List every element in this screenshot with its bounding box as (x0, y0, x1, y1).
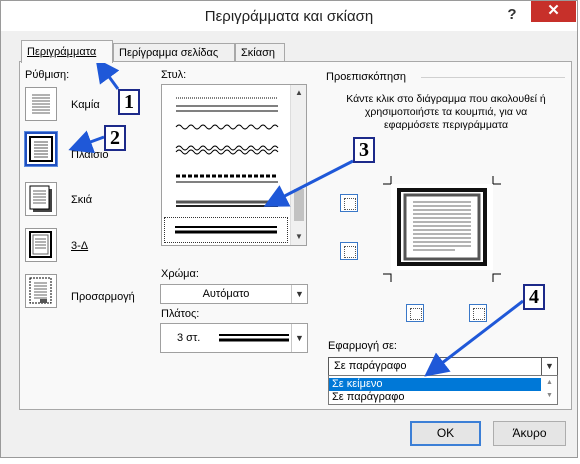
preview-page-icon (397, 188, 487, 266)
setting-3d-text: 3-Δ (71, 240, 89, 252)
right-border-button[interactable] (469, 304, 487, 322)
tab-shading[interactable]: Σκίαση (235, 43, 285, 62)
setting-custom-icon[interactable] (25, 274, 57, 308)
preview-divider (421, 77, 565, 78)
dropdown-item-paragraph[interactable]: Σε παράγραφο (329, 391, 541, 404)
title-bar: Περιγράμματα και σκίαση ? ✕ (1, 1, 577, 31)
dialog-title: Περιγράμματα και σκίαση (204, 8, 374, 25)
setting-shadow-label: Σκιά (71, 194, 93, 206)
selected-style-line (175, 226, 277, 234)
scroll-down-arrow-icon[interactable]: ▼ (291, 229, 307, 245)
bottom-border-button[interactable] (340, 242, 358, 260)
cancel-button[interactable]: Άκυρο (493, 421, 566, 446)
scroll-up-arrow-icon[interactable]: ▲ (291, 85, 307, 101)
width-chevron-down-icon[interactable]: ▼ (291, 324, 307, 352)
setting-3d-icon[interactable] (25, 228, 57, 262)
setting-box-label: Πλαίσιο (71, 149, 109, 161)
close-button[interactable]: ✕ (531, 1, 576, 22)
callout-1: 1 (118, 89, 140, 115)
apply-chevron-down-icon[interactable]: ▼ (541, 358, 557, 375)
setting-custom-label: Προσαρμογή (71, 291, 135, 303)
tab-page-border[interactable]: Περίγραμμα σελίδας (113, 43, 235, 62)
style-listbox[interactable]: ▲ ▼ (161, 84, 307, 246)
callout-4: 4 (523, 284, 545, 310)
setting-shadow-icon[interactable] (25, 182, 57, 216)
callout-2: 2 (104, 125, 126, 151)
apply-to-label: Εφαρμογή σε: (328, 340, 397, 352)
borders-and-shading-dialog: Περιγράμματα και σκίαση ? ✕ Περιγράμματα… (0, 0, 578, 458)
dropdown-item-text[interactable]: Σε κείμενο (329, 378, 541, 391)
ok-button[interactable]: ΟΚ (410, 421, 481, 446)
setting-none-label: Καμία (71, 99, 100, 111)
color-label: Χρώμα: (161, 268, 199, 280)
selected-style-item[interactable] (164, 217, 288, 243)
style-label: Στυλ: (161, 69, 187, 81)
color-select[interactable]: Αυτόματο ▼ (160, 284, 308, 304)
tab-borders-label: Περιγράμματα (27, 46, 97, 58)
chevron-down-icon[interactable]: ▼ (291, 285, 307, 303)
top-border-button[interactable] (340, 194, 358, 212)
left-border-button[interactable] (406, 304, 424, 322)
apply-to-select[interactable]: Σε παράγραφο ▼ (328, 357, 558, 376)
width-line-sample (219, 334, 289, 342)
setting-label: Ρύθμιση: (25, 69, 70, 81)
setting-none-icon[interactable] (25, 87, 57, 121)
width-select[interactable]: 3 στ. ▼ (160, 323, 308, 353)
style-scrollbar[interactable]: ▲ ▼ (290, 85, 306, 245)
apply-to-value: Σε παράγραφο (334, 360, 407, 372)
tab-borders[interactable]: Περιγράμματα (21, 40, 113, 63)
preview-diagram[interactable] (391, 184, 493, 270)
color-value: Αυτόματο (202, 288, 250, 300)
apply-to-dropdown-list[interactable]: Σε κείμενο Σε παράγραφο ▲ ▼ (328, 375, 558, 405)
preview-instructions: Κάντε κλικ στο διάγραμμα που ακολουθεί ή… (346, 93, 546, 131)
width-value: 3 στ. (177, 332, 201, 344)
setting-box-icon[interactable] (24, 131, 58, 167)
dropdown-scrollbar[interactable]: ▲ ▼ (542, 376, 557, 404)
scroll-thumb[interactable] (294, 189, 304, 221)
preview-label: Προεπισκόπηση (326, 71, 406, 83)
help-button[interactable]: ? (504, 7, 520, 23)
setting-3d-label: 3-Δ (71, 240, 88, 252)
callout-3: 3 (353, 137, 375, 163)
width-label: Πλάτος: (161, 308, 200, 320)
